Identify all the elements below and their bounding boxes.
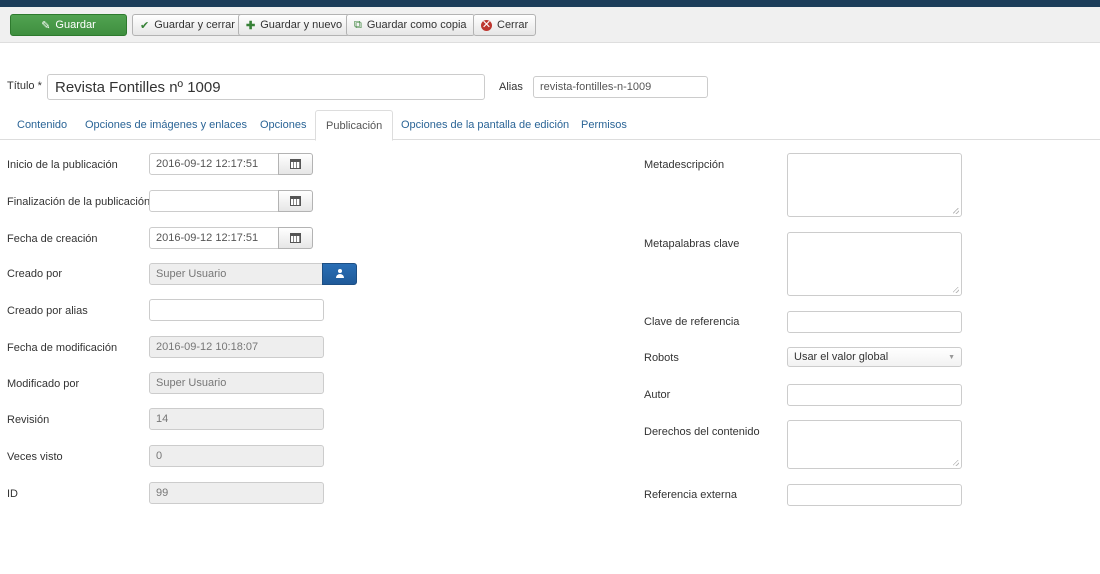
publish-down-input[interactable]	[149, 190, 279, 212]
save-new-label: Guardar y nuevo	[260, 19, 343, 31]
robots-select[interactable]: Usar el valor global ▼	[787, 347, 962, 367]
tab-publishing[interactable]: Publicación	[315, 110, 394, 141]
created-calendar-button[interactable]	[278, 227, 313, 249]
user-icon	[335, 269, 345, 279]
xreference-input[interactable]	[787, 311, 962, 333]
publish-up-label: Inicio de la publicación	[7, 159, 118, 171]
external-ref-input[interactable]	[787, 484, 962, 506]
close-label: Cerrar	[497, 19, 529, 31]
hits-input: 0	[149, 445, 324, 467]
modified-label: Fecha de modificación	[7, 342, 118, 354]
title-input[interactable]: Revista Fontilles nº 1009	[47, 74, 485, 100]
tab-content[interactable]: Contenido	[17, 110, 67, 140]
calendar-icon	[290, 233, 301, 243]
publish-up-input[interactable]: 2016-09-12 12:17:51	[149, 153, 279, 175]
tab-edit-screen-options[interactable]: Opciones de la pantalla de edición	[401, 110, 569, 140]
tab-bar: Contenido Opciones de imágenes y enlaces…	[0, 110, 1100, 141]
created-by-input[interactable]: Super Usuario	[149, 263, 323, 285]
hits-label: Veces visto	[7, 451, 63, 463]
created-label: Fecha de creación	[7, 233, 98, 245]
modified-by-label: Modificado por	[7, 378, 80, 390]
id-input: 99	[149, 482, 324, 504]
alias-input[interactable]: revista-fontilles-n-1009	[533, 76, 708, 98]
author-label: Autor	[644, 389, 671, 401]
external-ref-label: Referencia externa	[644, 489, 737, 501]
save-close-button[interactable]: ✔ Guardar y cerrar	[132, 14, 243, 36]
cancel-icon: ✕	[481, 18, 492, 31]
author-input[interactable]	[787, 384, 962, 406]
tab-options[interactable]: Opciones	[260, 110, 306, 140]
title-label: Título *	[7, 80, 42, 92]
copy-icon: ⧉	[354, 18, 362, 31]
check-icon: ✔	[140, 19, 150, 32]
revision-input: 14	[149, 408, 324, 430]
modified-input: 2016-09-12 10:18:07	[149, 336, 324, 358]
tab-images-links[interactable]: Opciones de imágenes y enlaces	[85, 110, 247, 140]
robots-select-value: Usar el valor global	[794, 351, 889, 363]
created-input[interactable]: 2016-09-12 12:17:51	[149, 227, 279, 249]
edit-icon: ✎	[41, 19, 51, 32]
revision-label: Revisión	[7, 414, 50, 426]
created-by-label: Creado por	[7, 268, 63, 280]
tab-permissions[interactable]: Permisos	[581, 110, 627, 140]
created-by-alias-label: Creado por alias	[7, 305, 88, 317]
save-copy-label: Guardar como copia	[366, 19, 467, 31]
robots-label: Robots	[644, 352, 679, 364]
chevron-down-icon: ▼	[948, 353, 955, 361]
created-by-alias-input[interactable]	[149, 299, 324, 321]
resize-grip-icon[interactable]	[953, 460, 959, 466]
rights-textarea[interactable]	[787, 420, 962, 469]
save-button-label: Guardar	[55, 19, 96, 31]
calendar-icon	[290, 196, 301, 206]
plus-icon: ✚	[246, 19, 256, 32]
publish-down-label: Finalización de la publicación	[7, 196, 151, 208]
modified-by-input: Super Usuario	[149, 372, 324, 394]
publish-down-calendar-button[interactable]	[278, 190, 313, 212]
save-copy-button[interactable]: ⧉ Guardar como copia	[346, 14, 475, 36]
save-button[interactable]: ✎ Guardar	[10, 14, 127, 36]
resize-grip-icon[interactable]	[953, 208, 959, 214]
select-user-button[interactable]	[322, 263, 357, 285]
publish-up-calendar-button[interactable]	[278, 153, 313, 175]
rights-label: Derechos del contenido	[644, 426, 760, 438]
close-button[interactable]: ✕ Cerrar	[473, 14, 537, 36]
metadesc-textarea[interactable]	[787, 153, 962, 217]
alias-label: Alias	[499, 81, 523, 93]
save-new-button[interactable]: ✚ Guardar y nuevo	[238, 14, 351, 36]
toolbar: ✎ Guardar ✔ Guardar y cerrar ✚ Guardar y…	[0, 7, 1100, 43]
metadesc-label: Metadescripción	[644, 159, 725, 171]
metakey-label: Metapalabras clave	[644, 238, 740, 250]
calendar-icon	[290, 159, 301, 169]
top-bar	[0, 0, 1100, 7]
metakey-textarea[interactable]	[787, 232, 962, 296]
id-label: ID	[7, 488, 18, 500]
save-close-label: Guardar y cerrar	[154, 19, 235, 31]
resize-grip-icon[interactable]	[953, 287, 959, 293]
xreference-label: Clave de referencia	[644, 316, 740, 328]
